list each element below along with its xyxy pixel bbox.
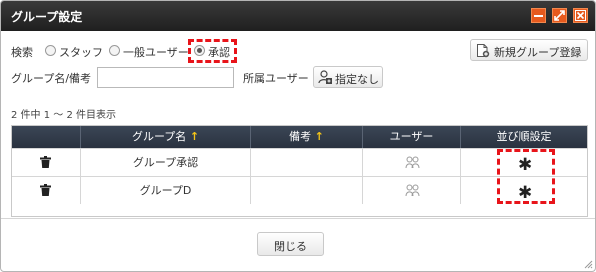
trash-icon[interactable] (40, 184, 51, 196)
group-name-cell: グループ承認 (80, 149, 250, 176)
affiliated-user-select-button[interactable]: 指定なし (313, 66, 383, 88)
annotation-highlight-approval (188, 39, 237, 63)
header-actions (12, 126, 80, 148)
minimize-icon (534, 15, 543, 17)
affiliated-user-label: 所属ユーザー (243, 72, 309, 85)
radio-staff[interactable] (45, 45, 56, 56)
user-select-icon (318, 70, 332, 84)
new-document-icon (477, 44, 490, 58)
new-group-button-label: 新規グループ登録 (494, 46, 582, 59)
radio-general-user-label[interactable]: 一般ユーザー (123, 44, 189, 60)
group-name-note-label: グループ名/備考 (11, 72, 92, 85)
header-note[interactable]: 備考 ↑ (250, 126, 362, 148)
sort-arrow-icon: ↑ (189, 130, 200, 143)
sort-arrow-icon: ↑ (314, 130, 324, 143)
expand-icon (554, 10, 565, 21)
search-label: 検索 (11, 46, 33, 59)
group-name-note-input[interactable] (97, 67, 234, 88)
affiliated-user-select-label: 指定なし (335, 73, 379, 86)
minimize-button[interactable] (531, 8, 546, 23)
footer-divider (1, 218, 595, 219)
close-icon (575, 10, 586, 21)
users-icon[interactable] (405, 184, 420, 197)
dialog-title: グループ設定 (11, 10, 83, 24)
group-settings-dialog: グループ設定 検索 スタッフ 一般ユーザー 承認 新規グループ登録 グループ名/… (0, 0, 596, 272)
note-cell (250, 177, 362, 204)
trash-icon[interactable] (40, 156, 51, 168)
resize-grip-icon[interactable] (584, 260, 593, 269)
close-window-button[interactable] (573, 8, 588, 23)
note-cell (250, 149, 362, 176)
users-cell (362, 177, 460, 204)
table-empty-area (11, 204, 588, 217)
radio-staff-label[interactable]: スタッフ (59, 44, 103, 60)
close-button-label: 閉じる (274, 240, 307, 253)
row-actions-cell (12, 177, 80, 204)
header-group-name-label: グループ名 (131, 130, 187, 143)
table-header: グループ名 ↑ 備考 ↑ ユーザー 並び順設定 (12, 126, 587, 148)
users-cell (362, 149, 460, 176)
new-group-button[interactable]: 新規グループ登録 (470, 39, 588, 61)
annotation-highlight-order (497, 149, 555, 204)
group-name-cell: グループD (80, 177, 250, 204)
row-actions-cell (12, 149, 80, 176)
result-count: 2 件中 1 ～ 2 件目表示 (11, 110, 116, 121)
maximize-button[interactable] (552, 8, 567, 23)
users-icon[interactable] (405, 156, 420, 169)
close-button[interactable]: 閉じる (257, 232, 324, 256)
header-users: ユーザー (362, 126, 460, 148)
radio-general-user[interactable] (109, 45, 120, 56)
header-order-settings: 並び順設定 (460, 126, 587, 148)
title-bar[interactable]: グループ設定 (1, 1, 595, 31)
header-group-name[interactable]: グループ名 ↑ (80, 126, 250, 148)
header-note-label: 備考 (289, 130, 312, 143)
